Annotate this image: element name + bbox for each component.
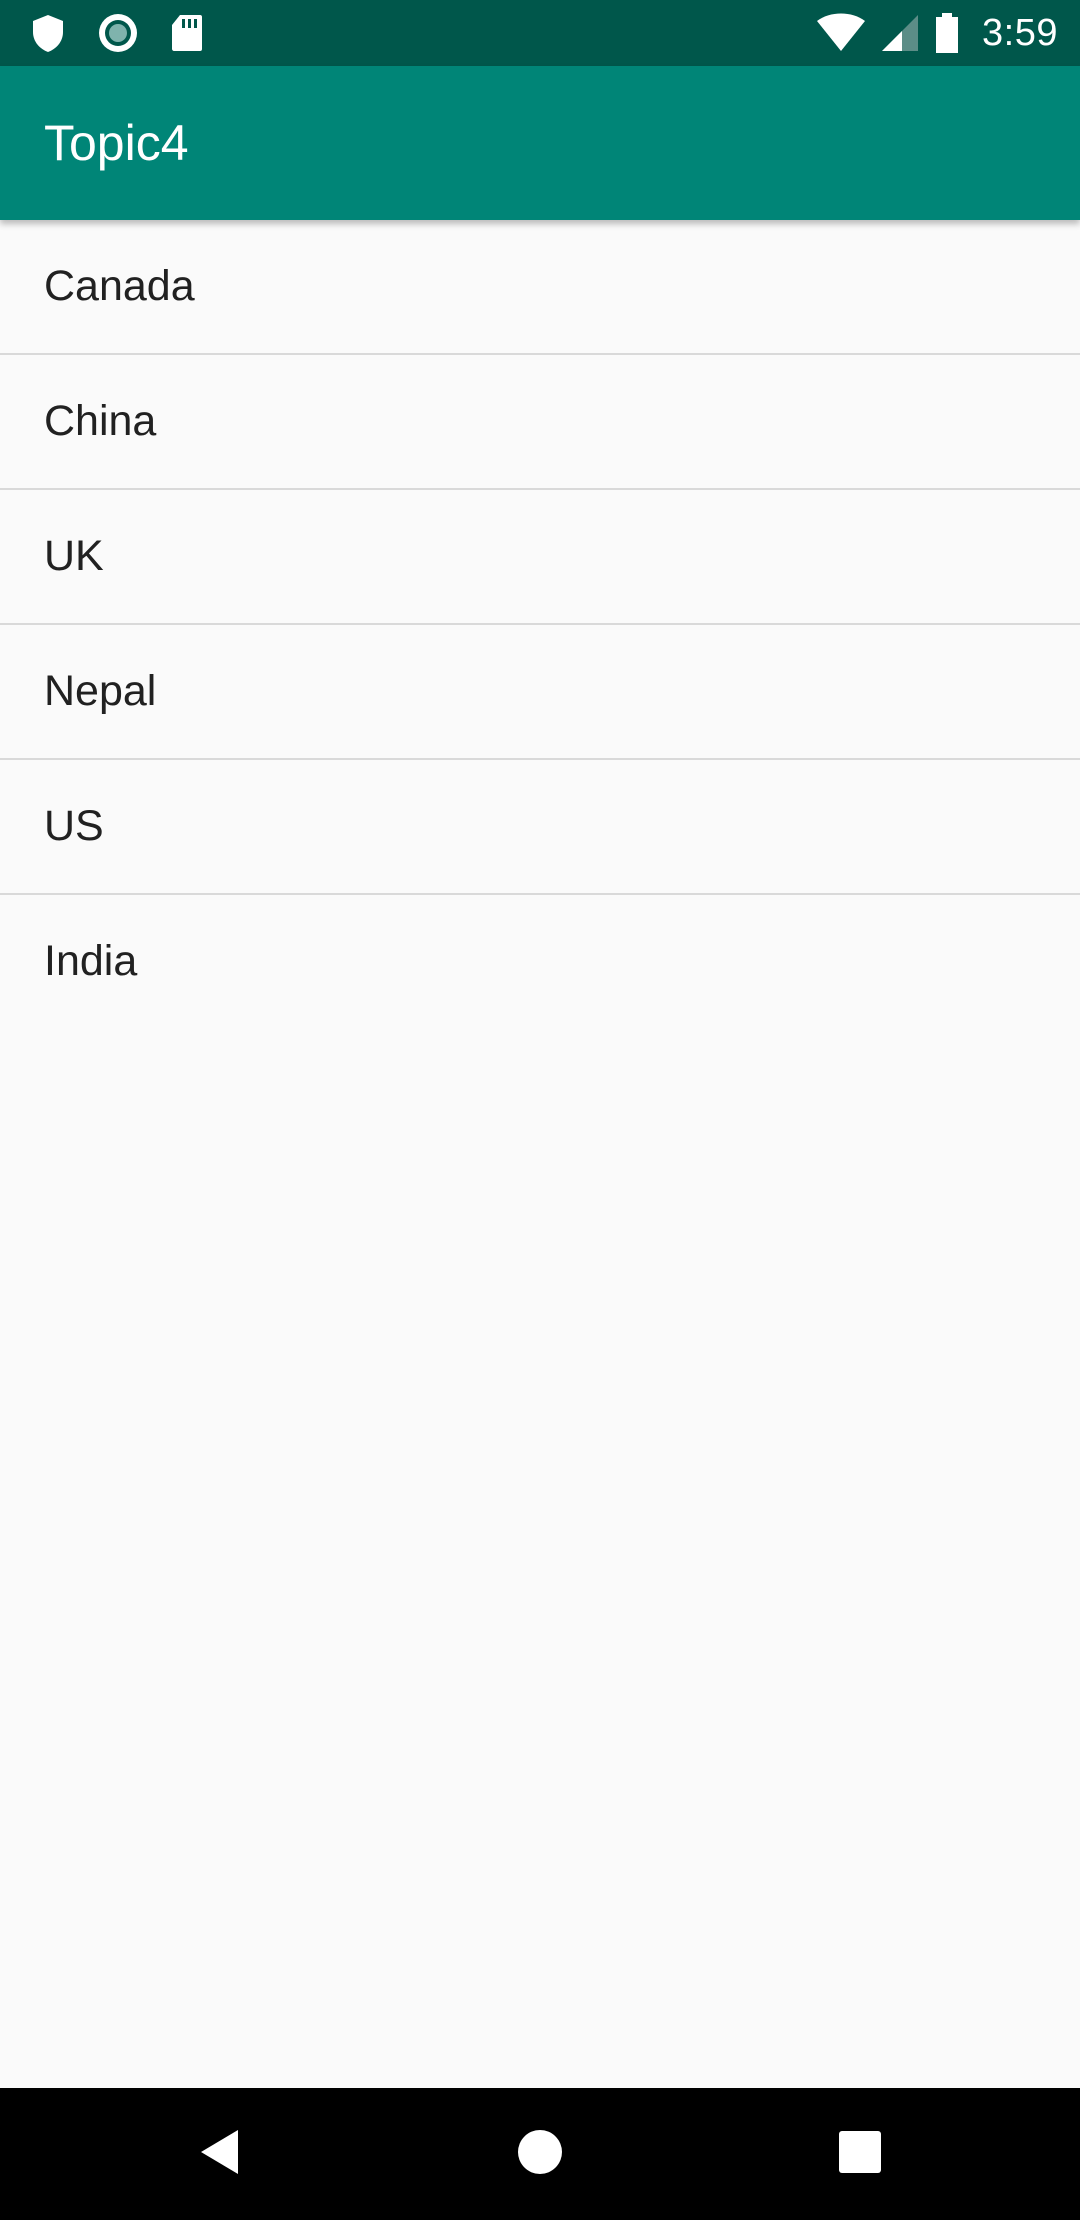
country-list: Canada China UK Nepal US India xyxy=(0,220,1080,1028)
list-item-india[interactable]: India xyxy=(0,895,1080,1028)
battery-icon xyxy=(934,12,960,54)
shield-icon xyxy=(30,13,66,53)
app-bar: Topic4 xyxy=(0,66,1080,220)
wifi-icon xyxy=(816,13,866,53)
back-button[interactable] xyxy=(150,2088,290,2220)
home-button[interactable] xyxy=(470,2088,610,2220)
list-item-china[interactable]: China xyxy=(0,355,1080,490)
app-title: Topic4 xyxy=(44,115,189,171)
status-left-icons xyxy=(30,0,204,66)
cell-signal-icon xyxy=(880,13,920,53)
home-icon xyxy=(517,2129,563,2180)
status-bar: 3:59 xyxy=(0,0,1080,66)
recents-button[interactable] xyxy=(790,2088,930,2220)
status-right-icons: 3:59 xyxy=(816,0,1058,66)
list-item-canada[interactable]: Canada xyxy=(0,220,1080,355)
sd-card-icon xyxy=(170,13,204,53)
recents-icon xyxy=(839,2130,881,2178)
list-item-nepal[interactable]: Nepal xyxy=(0,625,1080,760)
status-time: 3:59 xyxy=(982,11,1058,54)
circle-record-icon xyxy=(98,13,138,53)
back-icon xyxy=(198,2128,242,2181)
navigation-bar xyxy=(0,2088,1080,2220)
list-item-us[interactable]: US xyxy=(0,760,1080,895)
list-item-uk[interactable]: UK xyxy=(0,490,1080,625)
